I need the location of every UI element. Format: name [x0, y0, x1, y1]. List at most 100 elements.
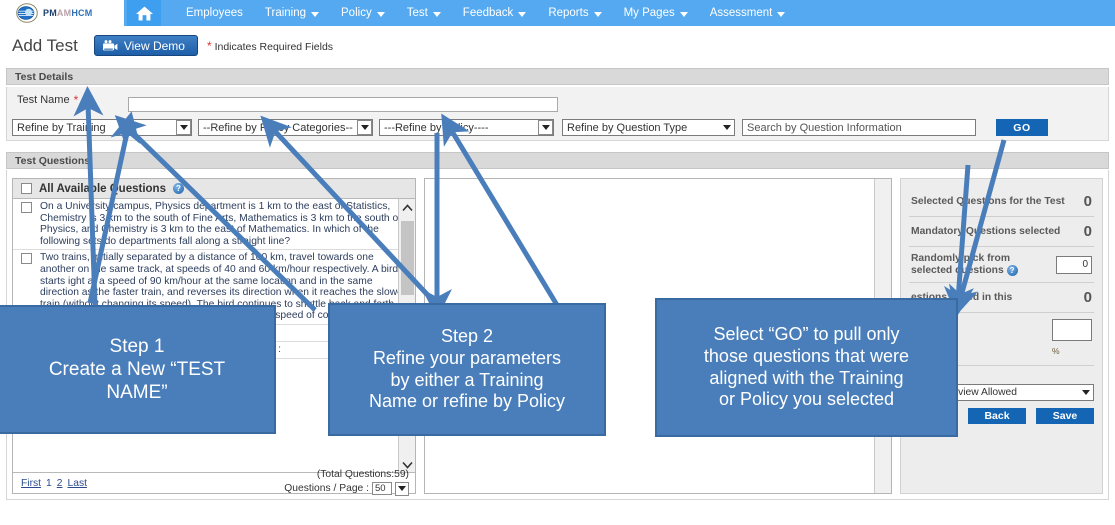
nav-item-policy[interactable]: Policy	[330, 0, 396, 26]
summary-value: 0	[1083, 289, 1092, 306]
top-navigation-bar: PMAMHCM Employees Training Policy Test F…	[0, 0, 1115, 26]
search-question-input[interactable]	[742, 119, 976, 136]
pagination-first[interactable]: First	[21, 478, 41, 489]
nav-item-test[interactable]: Test	[396, 0, 452, 26]
chevron-down-icon	[518, 11, 527, 17]
chevron-down-icon	[593, 11, 602, 17]
chevron-down-icon[interactable]	[395, 481, 409, 496]
summary-row-selected-questions: Selected Questions for the Test 0	[909, 187, 1094, 217]
required-score-input[interactable]	[1052, 319, 1092, 341]
nav-item-my-pages[interactable]: My Pages	[613, 0, 699, 26]
chevron-down-icon	[538, 120, 553, 135]
refine-by-question-type-value: Refine by Question Type	[567, 121, 688, 134]
summary-row-randomly-pick: Randomly pick from selected questions ? …	[909, 247, 1094, 283]
refine-by-policy-select[interactable]: ---Refine by Policy----	[379, 119, 554, 136]
help-icon[interactable]: ?	[82, 94, 94, 106]
total-questions-label: (Total Questions:59)	[316, 469, 409, 481]
callout-line: aligned with the Training	[709, 367, 904, 388]
callout-step-1: Step 1 Create a New “TEST NAME”	[0, 305, 276, 434]
nav-item-label: Policy	[341, 7, 372, 19]
scroll-up-icon[interactable]	[399, 199, 416, 216]
test-name-input[interactable]	[128, 97, 558, 112]
section-header-label: Test Details	[15, 70, 74, 83]
section-header-test-questions: Test Questions	[6, 152, 1109, 169]
pagination-summary: (Total Questions:59) Questions / Page : …	[284, 470, 409, 496]
save-button-label: Save	[1052, 409, 1078, 422]
nav-item-label: Test	[406, 7, 428, 19]
globe-logo-icon	[16, 3, 38, 23]
go-button[interactable]: GO	[996, 119, 1048, 136]
pagination-page-1[interactable]: 1	[46, 478, 52, 489]
app-logo[interactable]: PMAMHCM	[0, 0, 124, 26]
questions-pagination-footer: First 1 2 Last (Total Questions:59) Ques…	[13, 470, 415, 496]
questions-per-page-control[interactable]: Questions / Page : 50	[284, 481, 409, 496]
page-title: Add Test	[12, 35, 78, 55]
nav-item-reports[interactable]: Reports	[537, 0, 612, 26]
callout-line: Step 1	[109, 335, 165, 357]
summary-label: Randomly pick from selected questions ?	[911, 253, 1050, 276]
questions-per-page-label: Questions / Page :	[284, 482, 369, 494]
randomly-pick-input[interactable]: 0	[1056, 255, 1092, 274]
pagination-last[interactable]: Last	[67, 478, 86, 489]
test-name-label-group: Test Name * ?	[17, 93, 94, 107]
callout-line: Name or refine by Policy	[368, 391, 566, 412]
refine-by-policy-categories-select[interactable]: --Refine by Policy Categories--	[198, 119, 373, 136]
required-fields-note: * Indicates Required Fields	[207, 39, 333, 53]
summary-value: 0	[1083, 223, 1092, 240]
nav-item-label: Feedback	[462, 7, 514, 19]
callout-line: Select “GO” to pull only	[713, 323, 900, 344]
back-button[interactable]: Back	[968, 407, 1026, 424]
nav-item-label: Training	[264, 7, 307, 19]
select-all-questions-checkbox[interactable]	[21, 183, 32, 194]
summary-row-mandatory-questions: Mandatory Questions selected 0	[909, 217, 1094, 247]
nav-item-training[interactable]: Training	[254, 0, 330, 26]
callout-go-instruction: Select “GO” to pull only those questions…	[655, 298, 958, 437]
required-asterisk: *	[206, 38, 212, 53]
nav-item-list: Employees Training Policy Test Feedback …	[161, 0, 796, 26]
page-header: Add Test View Demo * Indicates Required …	[0, 26, 1115, 66]
callout-line: those questions that were	[703, 345, 910, 366]
video-camera-icon	[102, 39, 118, 52]
chevron-down-icon	[311, 11, 320, 17]
nav-item-feedback[interactable]: Feedback	[452, 0, 538, 26]
view-demo-button[interactable]: View Demo	[93, 35, 198, 56]
question-checkbox[interactable]	[21, 253, 32, 265]
nav-item-employees[interactable]: Employees	[175, 0, 254, 26]
available-questions-header-label: All Available Questions	[39, 182, 166, 195]
refine-by-training-select[interactable]: Refine by Training	[12, 119, 192, 136]
summary-label: Mandatory Questions selected	[911, 225, 1061, 237]
section-header-test-details: Test Details	[6, 68, 1109, 85]
callout-line: Step 2	[440, 325, 494, 346]
go-button-label: GO	[1013, 121, 1031, 134]
callout-line: Create a New “TEST	[48, 358, 226, 380]
chevron-down-icon	[719, 120, 734, 135]
summary-value: 0	[1083, 193, 1092, 210]
save-button[interactable]: Save	[1036, 407, 1094, 424]
question-text: On a University campus, Physics departme…	[40, 201, 402, 247]
nav-item-label: Employees	[186, 7, 243, 19]
callout-step-2: Step 2 Refine your parameters by either …	[328, 303, 606, 436]
summary-label: Selected Questions for the Test	[911, 195, 1065, 207]
help-icon[interactable]: ?	[172, 183, 184, 194]
section-header-label: Test Questions	[15, 154, 91, 167]
required-note-text: Indicates Required Fields	[214, 40, 334, 53]
questions-per-page-value: 50	[372, 482, 392, 496]
logo-text-hcm: HCM	[71, 8, 93, 18]
chevron-down-icon	[679, 11, 688, 17]
chevron-down-icon	[176, 120, 191, 135]
question-checkbox[interactable]	[21, 202, 32, 213]
pagination-controls[interactable]: First 1 2 Last	[21, 478, 87, 489]
refine-by-question-type-select[interactable]: Refine by Question Type	[562, 119, 735, 136]
table-row[interactable]: On a University campus, Physics departme…	[13, 199, 415, 251]
chevron-down-icon	[432, 11, 441, 17]
home-icon[interactable]	[127, 0, 161, 26]
help-icon[interactable]: ?	[1006, 264, 1018, 276]
test-name-label: Test Name	[17, 94, 70, 106]
nav-item-assessment[interactable]: Assessment	[699, 0, 797, 26]
scrollbar-thumb[interactable]	[401, 221, 414, 295]
test-name-required-asterisk: *	[73, 93, 79, 107]
chevron-down-icon	[376, 11, 385, 17]
nav-item-label: My Pages	[623, 7, 675, 19]
pagination-page-2[interactable]: 2	[57, 478, 63, 489]
nav-item-label: Reports	[548, 7, 589, 19]
